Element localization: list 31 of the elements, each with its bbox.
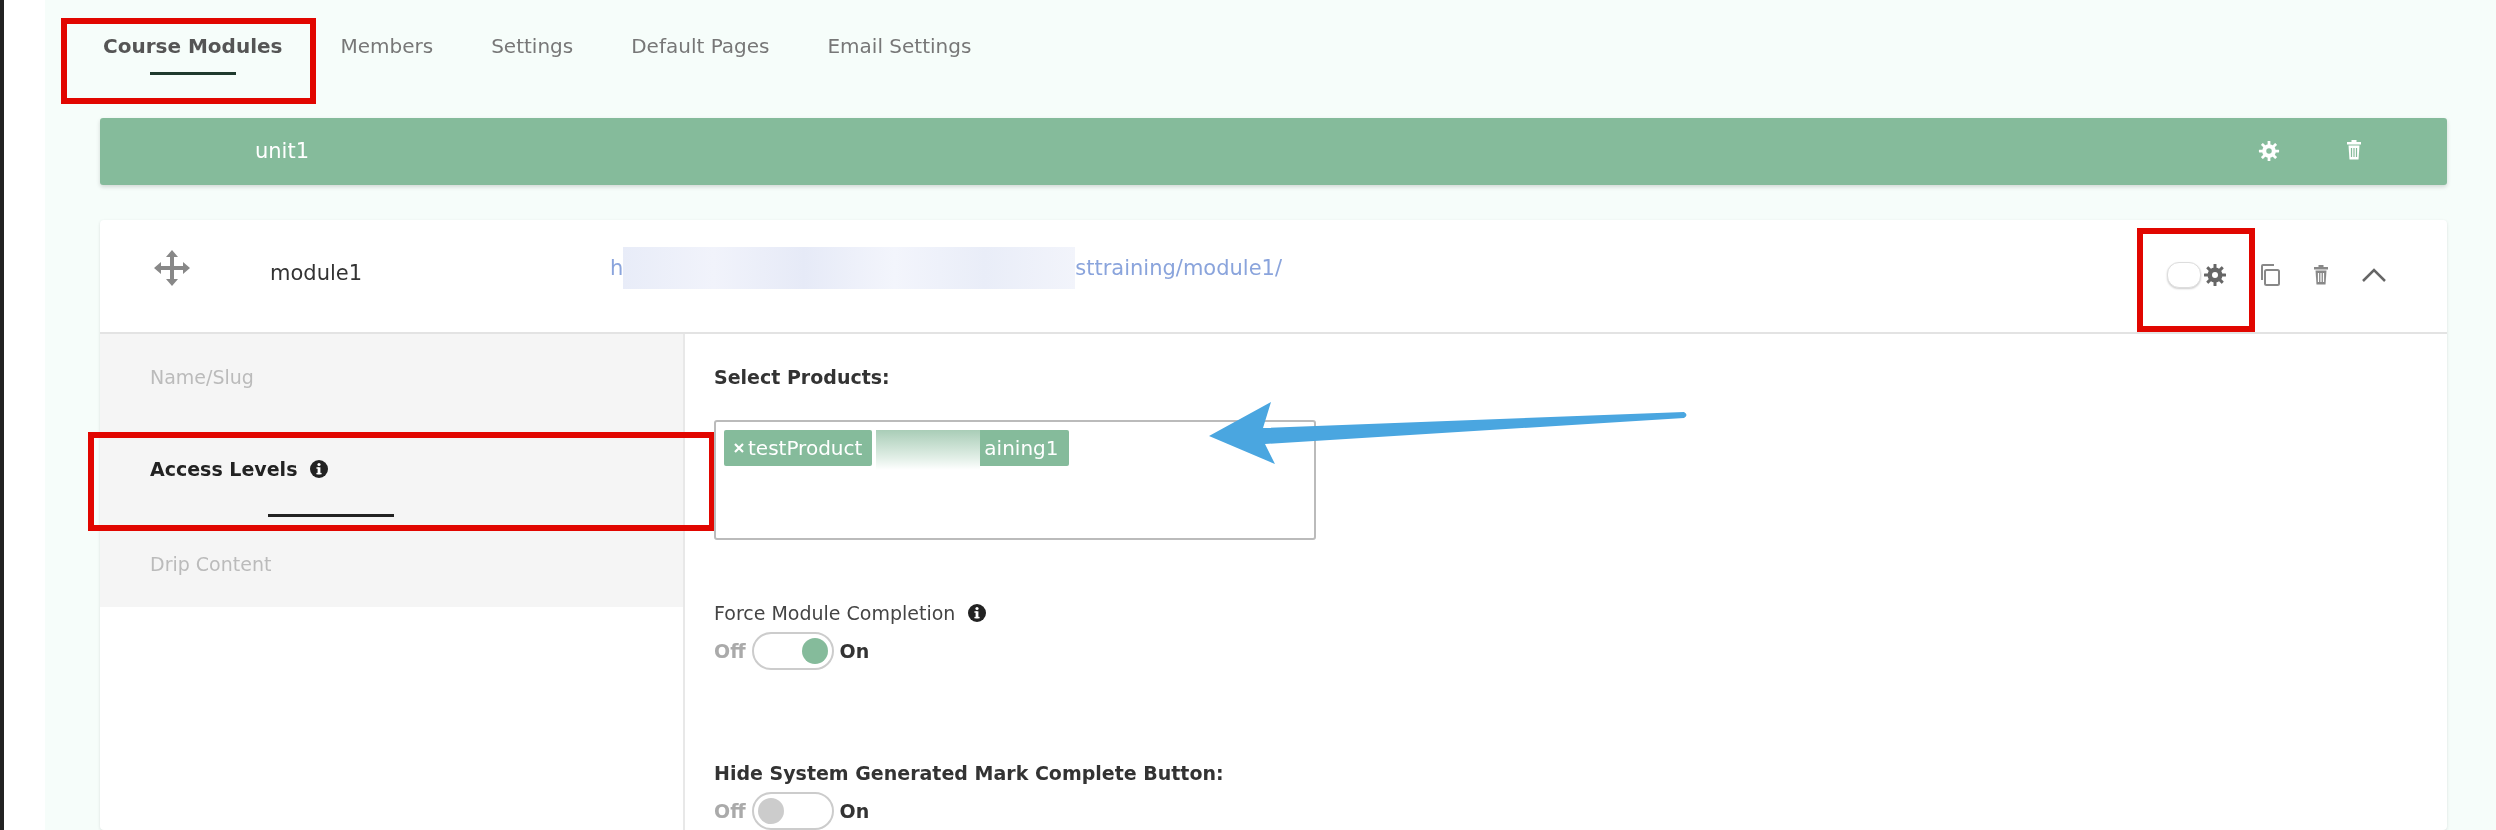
url-text[interactable]: h [610,256,624,280]
unit-title: unit1 [255,139,311,164]
module-title: module1 [270,261,364,285]
product-select[interactable]: testProduct aining1 [714,420,1316,540]
remove-icon[interactable] [734,443,744,453]
tab[interactable]: Default Pages [617,26,784,88]
field-label: Select Products: [714,366,891,388]
tab[interactable]: Course Modules [89,26,297,88]
field-label: Hide System Generated Mark Complete Button: [714,762,1224,784]
settings-icon[interactable] [2203,263,2227,287]
product-tag[interactable]: testProduct [724,430,873,466]
tab[interactable]: Email Settings [813,26,986,88]
toggle-switch[interactable] [751,632,834,670]
toggle-switch[interactable] [2167,262,2201,288]
off-label: Off [714,800,746,822]
on-label: On [839,640,870,662]
toggle-switch[interactable] [751,792,834,830]
copy-icon[interactable] [2259,263,2281,287]
tab[interactable]: Settings [477,26,588,88]
url-text[interactable]: sttraining/module1/ [1075,256,1283,280]
move-icon[interactable] [152,248,192,288]
side-nav-item[interactable]: Drip Content [100,539,683,589]
trash-icon[interactable] [2346,140,2362,161]
trash-icon[interactable] [2313,265,2329,285]
off-label: Off [714,640,746,662]
field-label: Force Module Completion [714,602,956,624]
side-nav-item[interactable]: Name/Slug [100,352,683,402]
side-nav-item[interactable]: Access Levels [100,402,683,517]
on-label: On [839,800,870,822]
tab[interactable]: Members [326,26,448,88]
chevron-up-icon[interactable] [2361,267,2387,283]
